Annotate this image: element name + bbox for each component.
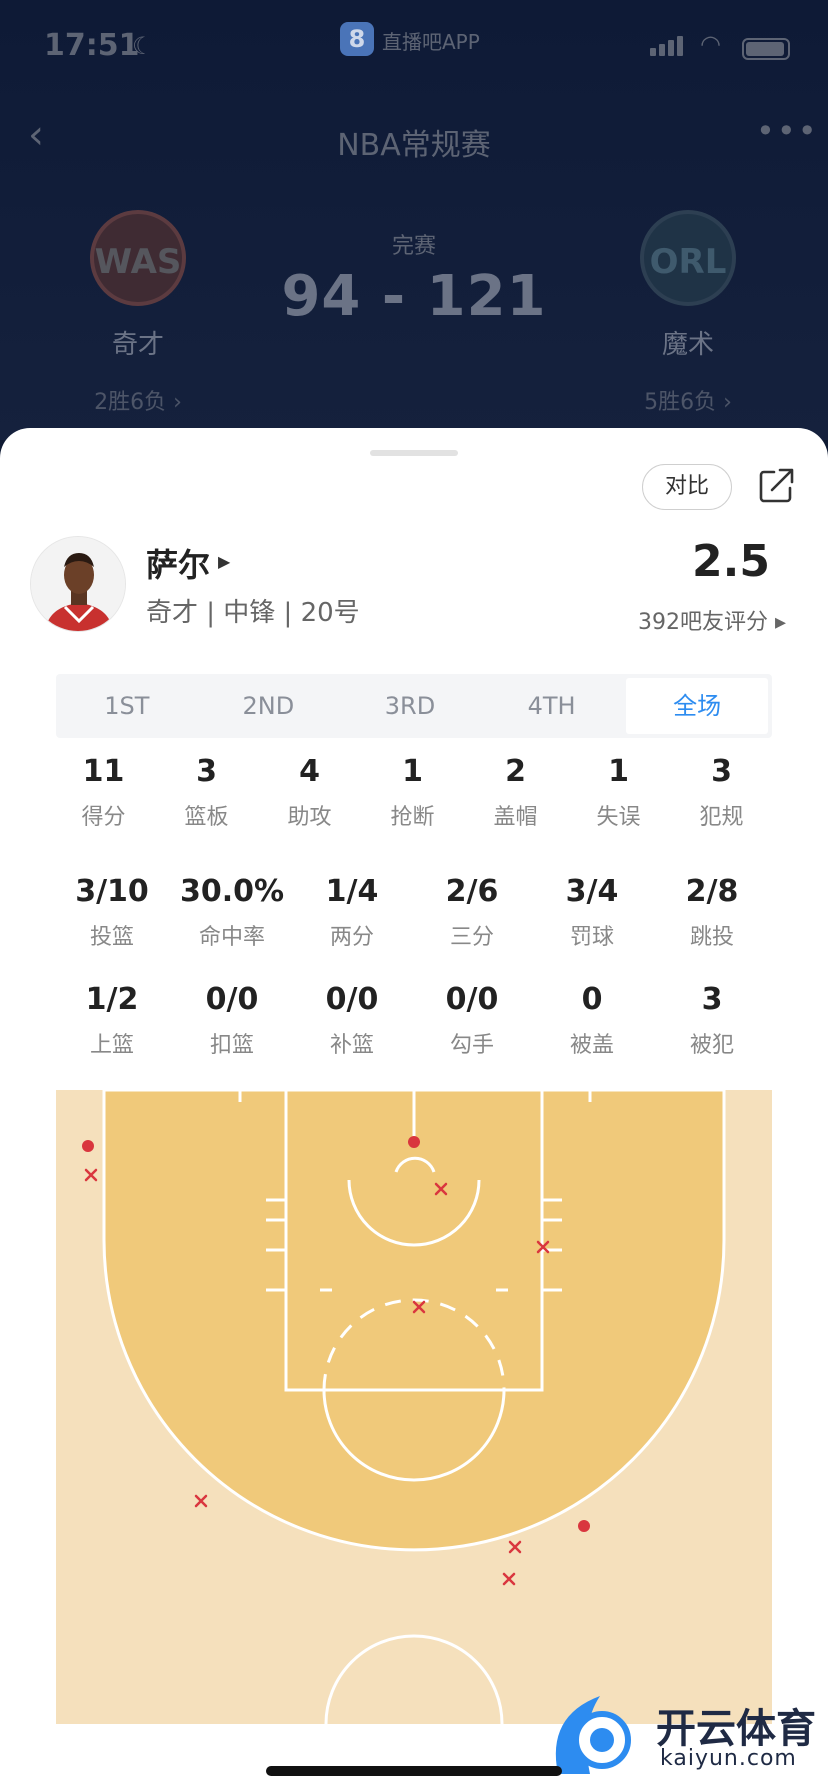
- stat-3pt: 2/6 三分: [445, 874, 499, 950]
- stat-dunk: 0/0 扣篮: [205, 982, 259, 1058]
- share-icon[interactable]: [758, 466, 796, 504]
- tab-1st[interactable]: 1ST: [56, 674, 198, 738]
- rating-count-link[interactable]: 392吧友评分 ▸: [560, 604, 786, 636]
- stat-hook: 0/0 勾手: [445, 982, 499, 1058]
- stat-steals: 1 抢断: [390, 754, 435, 830]
- stat-2pt: 1/4 两分: [325, 874, 379, 950]
- compare-button[interactable]: 对比: [642, 464, 732, 510]
- player-name[interactable]: 萨尔: [146, 540, 210, 586]
- stats-row-basic: 11 得分 3 篮板 4 助攻 1 抢断 2 盖帽 1 失误 3 犯规: [0, 754, 828, 831]
- away-team-record[interactable]: 5胜6负 ›: [608, 384, 768, 416]
- stat-fg: 3/10 投篮: [75, 874, 149, 950]
- stat-ft: 3/4 罚球: [565, 874, 619, 950]
- signal-icon: [650, 36, 686, 56]
- wifi-icon: ◠: [700, 30, 721, 58]
- player-info: 奇才 | 中锋 | 20号: [146, 598, 360, 628]
- player-rating: 2.5: [692, 536, 770, 587]
- tab-2nd[interactable]: 2ND: [198, 674, 340, 738]
- home-indicator[interactable]: [266, 1766, 562, 1776]
- stat-blocked: 0 被盖: [569, 982, 614, 1058]
- period-tabs: 1ST 2ND 3RD 4TH 全场: [56, 674, 772, 738]
- stat-points: 11 得分: [81, 754, 126, 830]
- stats-row-shot-types: 1/2 上篮 0/0 扣篮 0/0 补篮 0/0 勾手 0 被盖 3 被犯: [0, 982, 828, 1059]
- battery-icon: [742, 38, 790, 60]
- stat-fouled: 3 被犯: [689, 982, 734, 1058]
- app-badge-icon: 8: [340, 22, 374, 56]
- stat-assists: 4 助攻: [287, 754, 332, 830]
- away-team-name[interactable]: 魔术: [608, 324, 768, 361]
- stat-fouls: 3 犯规: [699, 754, 744, 830]
- sheet-grabber[interactable]: [370, 450, 458, 456]
- status-time: 17:51: [44, 28, 140, 63]
- home-team-record[interactable]: 2胜6负 ›: [58, 384, 218, 416]
- away-team-logo[interactable]: ORL: [640, 210, 736, 306]
- league-title: NBA常规赛: [337, 128, 491, 163]
- more-icon[interactable]: •••: [756, 112, 819, 150]
- tab-full-game[interactable]: 全场: [626, 678, 768, 734]
- stat-rebounds: 3 篮板: [184, 754, 229, 830]
- moon-icon: ☾: [132, 32, 154, 60]
- app-name: 直播吧APP: [382, 30, 480, 54]
- match-header: 17:51 ☾ 8 直播吧APP ◠ ‹ NBA常规赛 ••• WAS 奇才 2…: [0, 0, 828, 440]
- tab-4th[interactable]: 4TH: [481, 674, 623, 738]
- player-stats-sheet: 对比 萨尔 ▶ 奇才 | 中锋 | 20号 2.5 392吧友评分 ▸ 1ST …: [0, 428, 828, 1792]
- stats-row-shooting: 3/10 投篮 30.0% 命中率 1/4 两分 2/6 三分 3/4 罚球 2/8 跳投: [0, 874, 828, 951]
- stat-blocks: 2 盖帽: [493, 754, 538, 830]
- caret-right-icon[interactable]: ▶: [218, 552, 230, 571]
- stat-putback: 0/0 补篮: [325, 982, 379, 1058]
- player-avatar: [30, 536, 126, 632]
- home-team-name[interactable]: 奇才: [58, 324, 218, 361]
- stat-fg-pct: 30.0% 命中率: [179, 874, 285, 950]
- shot-chart: [56, 1090, 772, 1724]
- watermark-url: kaiyun.com: [660, 1746, 797, 1771]
- stat-turnovers: 1 失误: [596, 754, 641, 830]
- stat-jumpshot: 2/8 跳投: [685, 874, 739, 950]
- stat-layup: 1/2 上篮: [85, 982, 139, 1058]
- tab-3rd[interactable]: 3RD: [339, 674, 481, 738]
